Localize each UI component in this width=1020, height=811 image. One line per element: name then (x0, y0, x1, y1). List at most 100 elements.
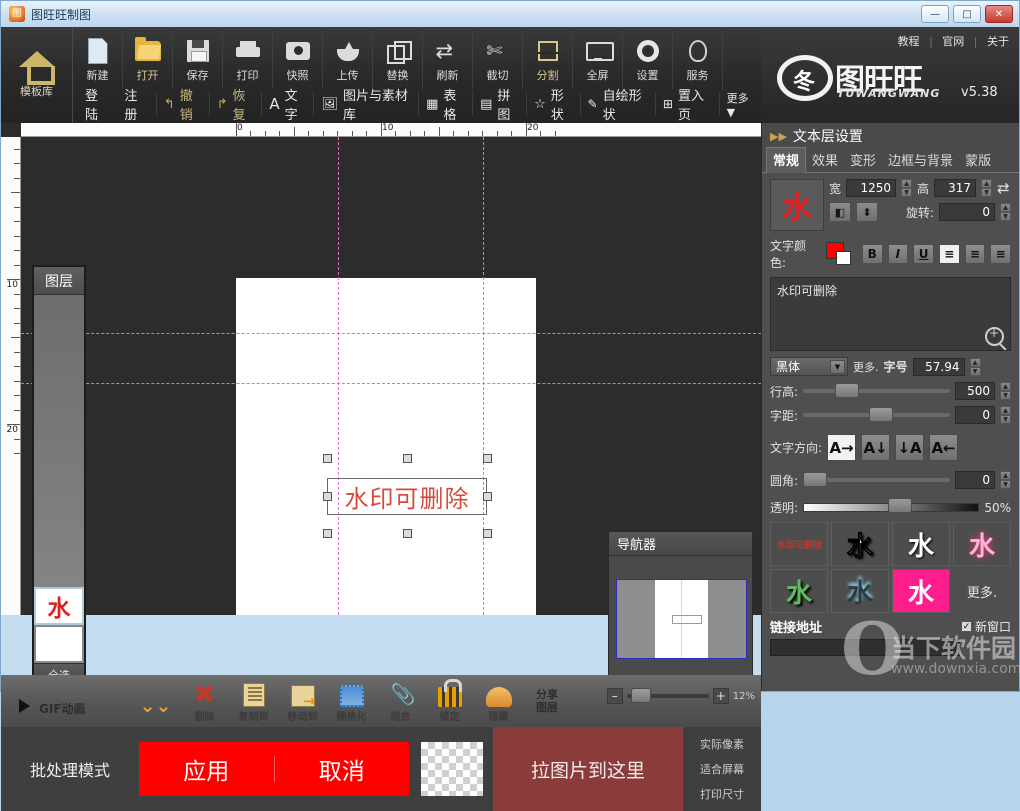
preset-style-5[interactable]: 水 (770, 569, 828, 613)
new-button[interactable]: 新建 (73, 31, 123, 89)
font-size-stepper[interactable]: ▲ ▼ (969, 357, 981, 376)
template-library-button[interactable]: 模板库 (1, 27, 73, 123)
undo-button[interactable]: ↰ 撤销 (155, 89, 209, 123)
tab-mask[interactable]: 蒙版 (959, 148, 997, 172)
official-site-link[interactable]: 官网 (942, 35, 964, 48)
char-spacing-slider[interactable] (803, 407, 950, 422)
corner-radius-stepper[interactable]: ▲ ▼ (1000, 471, 1011, 489)
tutorial-link[interactable]: 教程 (898, 35, 920, 48)
align-left-button[interactable]: ≡ (938, 244, 960, 264)
line-height-slider-thumb[interactable] (835, 383, 860, 398)
corner-radius-slider[interactable] (803, 472, 950, 487)
text-color-swatch[interactable] (826, 242, 852, 266)
apply-button[interactable]: 应用 (139, 742, 274, 796)
print-button[interactable]: 打印 (223, 31, 273, 89)
underline-button[interactable]: U (913, 244, 934, 264)
corner-radius-input[interactable]: 0 (955, 471, 995, 489)
tab-border-background[interactable]: 边框与背景 (882, 148, 959, 172)
navigator-viewport[interactable] (616, 579, 747, 659)
new-window-checkbox[interactable]: ✓ (960, 621, 972, 632)
lock-button[interactable]: 锁定 (425, 675, 474, 727)
double-arrow-right-icon[interactable]: ▶▶ (770, 130, 787, 143)
about-link[interactable]: 关于 (987, 35, 1009, 48)
direction-rtl-button[interactable]: A← (929, 434, 959, 461)
zoom-out-button[interactable]: – (606, 688, 623, 704)
text-tool-button[interactable]: A 文字 (261, 89, 313, 123)
redo-button[interactable]: ↱ 恢复 (208, 89, 262, 123)
rotate-input[interactable]: 0 (939, 203, 995, 221)
canvas-page[interactable] (236, 278, 536, 615)
align-right-button[interactable]: ≡ (990, 244, 1012, 264)
resize-handle-w[interactable] (323, 492, 332, 501)
layer-item-background[interactable] (34, 625, 84, 663)
shape-button[interactable]: ☆ 形状 (526, 89, 579, 123)
direction-down-right-button[interactable]: A↓ (861, 434, 891, 461)
cancel-button[interactable]: 取消 (275, 742, 410, 796)
group-button[interactable]: 📎 组合 (376, 675, 425, 727)
split-button[interactable]: 分割 (523, 31, 573, 89)
font-size-input[interactable]: 57.94 (912, 357, 965, 376)
flip-horizontal-button[interactable]: ◧ (829, 202, 851, 222)
char-spacing-stepper[interactable]: ▲ ▼ (1000, 406, 1011, 424)
preset-style-4[interactable]: 水 (953, 522, 1011, 566)
freehand-shape-button[interactable]: ✎ 自绘形状 (579, 89, 655, 123)
replace-button[interactable]: 替换 (373, 31, 423, 89)
italic-button[interactable]: I (887, 244, 909, 264)
refresh-button[interactable]: ⇄ 刷新 (423, 31, 473, 89)
resize-handle-ne[interactable] (483, 454, 492, 463)
flip-vertical-button[interactable]: ⬍ (856, 202, 878, 222)
table-button[interactable]: ▦ 表格 (418, 89, 472, 123)
vertical-ruler[interactable]: 10 20 (1, 137, 21, 615)
preset-style-2[interactable]: 水 (831, 522, 889, 566)
direction-ltr-button[interactable]: A→ (827, 434, 857, 461)
play-icon[interactable] (19, 699, 30, 713)
tab-effects[interactable]: 效果 (806, 148, 844, 172)
preset-style-6[interactable]: 水 (831, 569, 889, 613)
zoom-slider-thumb[interactable] (630, 688, 651, 703)
chevron-down-icon[interactable]: ▼ (830, 360, 845, 374)
opacity-slider-thumb[interactable] (887, 498, 912, 513)
resize-handle-nw[interactable] (323, 454, 332, 463)
link-ratio-icon[interactable]: ⇄ (997, 179, 1010, 197)
resize-handle-s[interactable] (403, 529, 412, 538)
service-button[interactable]: 服务 (673, 31, 723, 89)
drop-image-zone[interactable]: 拉图片到这里 (493, 727, 683, 811)
text-content-input[interactable]: 水印可删除 (770, 277, 1011, 351)
open-button[interactable]: 打开 (123, 31, 173, 89)
preset-more-link[interactable]: 更多. (953, 569, 1011, 613)
font-more-link[interactable]: 更多. (853, 359, 879, 375)
tab-transform[interactable]: 变形 (844, 148, 882, 172)
zoom-slider[interactable] (626, 688, 709, 703)
maximize-button[interactable]: □ (953, 5, 981, 23)
register-link[interactable]: 注册 (116, 85, 155, 123)
layer-item-text[interactable]: 水 (34, 587, 84, 625)
preset-style-3[interactable]: 水 (892, 522, 950, 566)
fit-screen-option[interactable]: 适合屏幕 (700, 761, 744, 777)
corner-radius-slider-thumb[interactable] (803, 472, 828, 487)
direction-down-left-button[interactable]: ↓A (895, 434, 925, 461)
rotate-stepper[interactable]: ▲ ▼ (1000, 203, 1011, 221)
line-height-input[interactable]: 500 (955, 382, 995, 400)
resize-handle-n[interactable] (403, 454, 412, 463)
minimize-button[interactable]: — (921, 5, 949, 23)
fullscreen-button[interactable]: 全屏 (573, 31, 623, 89)
height-stepper[interactable]: ▲ ▼ (981, 179, 993, 197)
tab-general[interactable]: 常规 (766, 147, 807, 173)
preset-style-7[interactable]: 水 (892, 569, 950, 613)
bold-button[interactable]: B (861, 244, 883, 264)
snapshot-button[interactable]: 快照 (273, 31, 323, 89)
preset-style-1[interactable]: 水印可删除 (770, 522, 828, 566)
insert-page-button[interactable]: ⊞ 置入页 (654, 89, 719, 123)
copy-to-button[interactable]: 复制到 (229, 675, 278, 727)
magnifier-plus-icon[interactable] (985, 326, 1004, 346)
move-to-button[interactable]: 移动到 (278, 675, 327, 727)
resize-handle-sw[interactable] (323, 529, 332, 538)
resize-handle-se[interactable] (483, 529, 492, 538)
gif-animation-label[interactable]: GIF动画 (39, 700, 86, 717)
align-center-button[interactable]: ≡ (964, 244, 986, 264)
collage-button[interactable]: ▤ 拼图 (472, 89, 526, 123)
image-library-button[interactable]: 🖼 图片与素材库 (313, 89, 418, 123)
char-spacing-input[interactable]: 0 (955, 406, 995, 424)
opacity-slider[interactable] (803, 498, 980, 513)
share-layer-button[interactable]: 分享 图层 (523, 675, 571, 727)
